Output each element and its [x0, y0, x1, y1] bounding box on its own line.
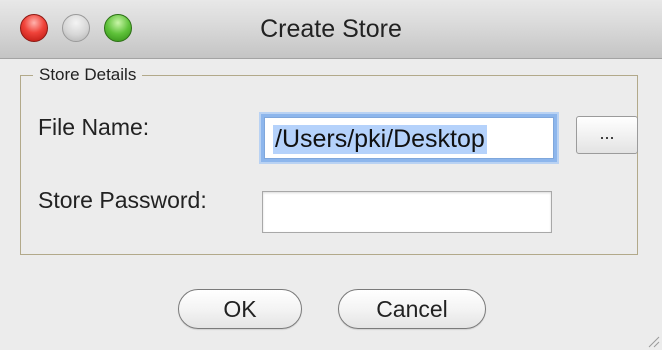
- resize-grip-icon[interactable]: [646, 334, 660, 348]
- ok-button[interactable]: OK: [178, 289, 302, 329]
- store-password-field[interactable]: [262, 191, 552, 233]
- store-password-label: Store Password:: [38, 187, 207, 213]
- window-title: Create Store: [260, 15, 402, 43]
- title-bar[interactable]: Create Store: [0, 0, 662, 59]
- file-name-value: /Users/pki/Desktop: [273, 125, 487, 154]
- cancel-button[interactable]: Cancel: [338, 289, 486, 329]
- create-store-dialog: Create Store Store Details File Name: /U…: [0, 0, 662, 350]
- store-details-legend: Store Details: [33, 65, 143, 85]
- browse-button[interactable]: ...: [576, 116, 638, 154]
- file-name-label: File Name:: [38, 114, 150, 140]
- file-name-field[interactable]: /Users/pki/Desktop: [264, 117, 554, 159]
